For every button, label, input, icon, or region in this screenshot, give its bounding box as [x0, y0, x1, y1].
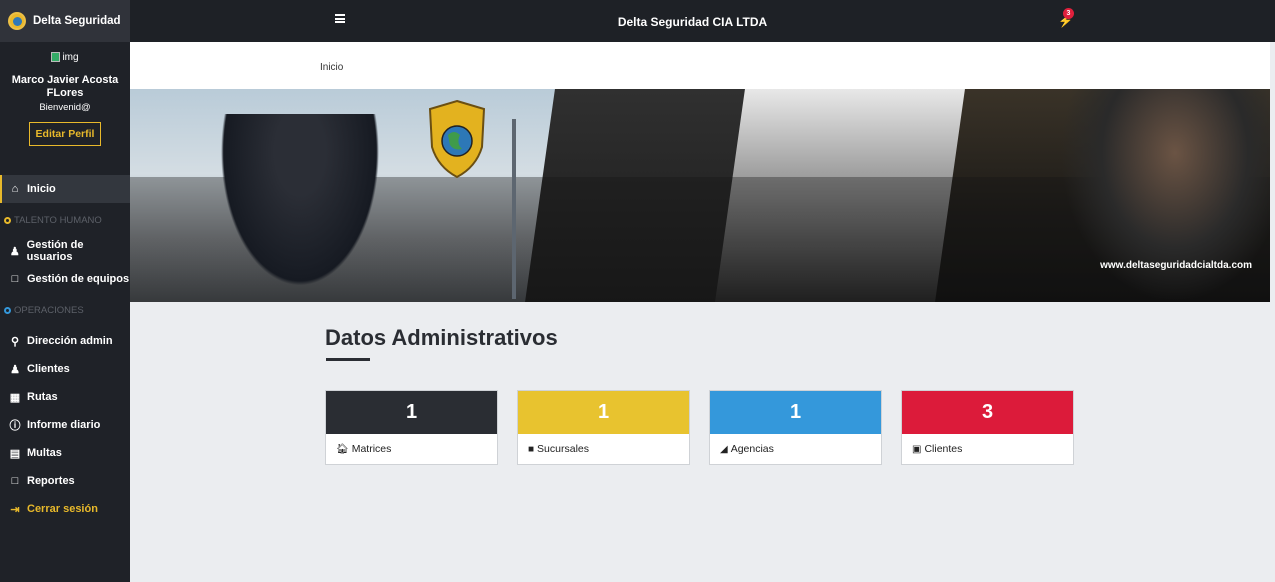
stat-value: 1: [405, 401, 418, 423]
stat-value: 1: [597, 401, 610, 423]
section-underline: [326, 358, 370, 361]
sidebar-item-label: Clientes: [27, 363, 70, 375]
stat-label: Clientes: [924, 443, 963, 455]
stat-value: 1: [789, 401, 802, 423]
welcome-text: Bienvenid@: [39, 102, 91, 113]
sidebar-item-usuarios[interactable]: ♟ Gestión de usuarios: [0, 237, 130, 265]
users-icon: ♟: [9, 245, 20, 258]
sidebar-item-equipos[interactable]: □ Gestión de equipos: [0, 265, 130, 293]
broken-image-icon: [51, 52, 61, 62]
sidebar-item-reportes[interactable]: □ Reportes: [0, 467, 130, 495]
avatar: img: [0, 50, 130, 64]
clipboard-icon: □: [11, 273, 19, 285]
section-header-operaciones: OPERACIONES: [0, 293, 130, 327]
delta-seguridad-emblem-icon: [428, 99, 486, 179]
users-group-icon: ♟: [10, 363, 20, 376]
stat-footer: 🏠︎ Matrices: [326, 434, 497, 464]
map-icon: ▦: [9, 391, 21, 404]
edit-profile-button[interactable]: Editar Perfil: [28, 122, 102, 146]
folder-open-icon: ◢: [720, 443, 728, 455]
stat-value-box: 1: [518, 391, 689, 434]
clipboard-icon: □: [11, 475, 19, 487]
top-bar: Delta Seguridad CIA LTDA ⚡ 3: [130, 0, 1275, 42]
signpost-icon: ⚲: [10, 335, 20, 348]
logout-label: Cerrar sesión: [27, 503, 98, 515]
stat-value: 3: [981, 401, 994, 423]
sidebar-item-inicio[interactable]: ⌂ Inicio: [0, 175, 130, 203]
stat-label: Sucursales: [537, 443, 589, 455]
sidebar: Delta Seguridad img Marco Javier Acosta …: [0, 0, 130, 582]
sidebar-item-label: Inicio: [27, 183, 56, 195]
user-name: Marco Javier Acosta FLores: [11, 74, 119, 99]
sidebar-item-label: Informe diario: [27, 419, 101, 431]
avatar-alt-text: img: [62, 51, 79, 63]
sidebar-item-informe[interactable]: ⓘ Informe diario: [0, 411, 130, 439]
receipt-icon: ▤: [9, 447, 21, 460]
stat-footer: ◢ Agencias: [710, 434, 881, 464]
stat-card-matrices[interactable]: 1 🏠︎ Matrices: [325, 390, 498, 465]
stat-value-box: 1: [710, 391, 881, 434]
app-title: Delta Seguridad CIA LTDA: [617, 15, 768, 29]
section-label: OPERACIONES: [14, 304, 84, 316]
section-title: Datos Administrativos: [325, 325, 558, 350]
section-header-talento: TALENTO HUMANO: [0, 203, 130, 237]
main-content: Inicio www.deltaseguridadcialtda.com Dat…: [130, 42, 1275, 582]
breadcrumb: Inicio: [130, 42, 1270, 89]
sidebar-item-multas[interactable]: ▤ Multas: [0, 439, 130, 467]
stat-card-sucursales[interactable]: 1 ■ Sucursales: [517, 390, 690, 465]
sidebar-item-label: Gestión de usuarios: [26, 239, 84, 263]
stat-label: Matrices: [351, 443, 392, 455]
brand-logo-icon: [8, 12, 26, 30]
stat-value-box: 1: [326, 391, 497, 434]
circle-icon: [4, 306, 11, 314]
sidebar-item-label: Multas: [27, 447, 62, 459]
logout-button[interactable]: ⇥ Cerrar sesión: [0, 495, 130, 523]
sidebar-item-label: Rutas: [27, 391, 58, 403]
sidebar-item-label: Reportes: [27, 475, 75, 487]
brand-header[interactable]: Delta Seguridad: [0, 0, 130, 42]
circle-icon: [4, 216, 11, 224]
brand-title: Delta Seguridad: [33, 15, 121, 27]
hero-banner: www.deltaseguridadcialtda.com: [130, 89, 1270, 302]
notifications-button[interactable]: ⚡ 3: [1055, 8, 1075, 32]
home-icon: 🏠︎: [336, 443, 349, 455]
banner-person-silhouette: [210, 114, 390, 302]
briefcase-icon: ▣: [912, 443, 922, 455]
logout-icon: ⇥: [10, 503, 20, 516]
stat-footer: ■ Sucursales: [518, 434, 689, 464]
website-url: www.deltaseguridadcialtda.com: [1100, 260, 1252, 271]
info-circle-icon: ⓘ: [9, 420, 21, 432]
section-label: TALENTO HUMANO: [14, 214, 102, 226]
stat-value-box: 3: [902, 391, 1073, 434]
stat-footer: ▣ Clientes: [902, 434, 1073, 464]
sidebar-item-label: Gestión de equipos: [27, 273, 130, 285]
sidebar-item-rutas[interactable]: ▦ Rutas: [0, 383, 130, 411]
notification-badge: 3: [1063, 8, 1074, 19]
stat-label: Agencias: [730, 443, 774, 455]
banner-light-tower: [512, 119, 516, 299]
folder-icon: ■: [528, 443, 535, 455]
home-outline-icon: ⌂: [11, 183, 19, 195]
breadcrumb-item[interactable]: Inicio: [320, 62, 343, 73]
stat-card-clientes[interactable]: 3 ▣ Clientes: [901, 390, 1074, 465]
sidebar-item-direccion[interactable]: ⚲ Dirección admin: [0, 327, 130, 355]
sidebar-item-label: Dirección admin: [27, 335, 113, 347]
stat-card-agencias[interactable]: 1 ◢ Agencias: [709, 390, 882, 465]
sidebar-nav: ⌂ Inicio TALENTO HUMANO ♟ Gestión de usu…: [0, 175, 130, 523]
sidebar-item-clientes[interactable]: ♟ Clientes: [0, 355, 130, 383]
user-profile: img Marco Javier Acosta FLores Bienvenid…: [0, 50, 130, 146]
